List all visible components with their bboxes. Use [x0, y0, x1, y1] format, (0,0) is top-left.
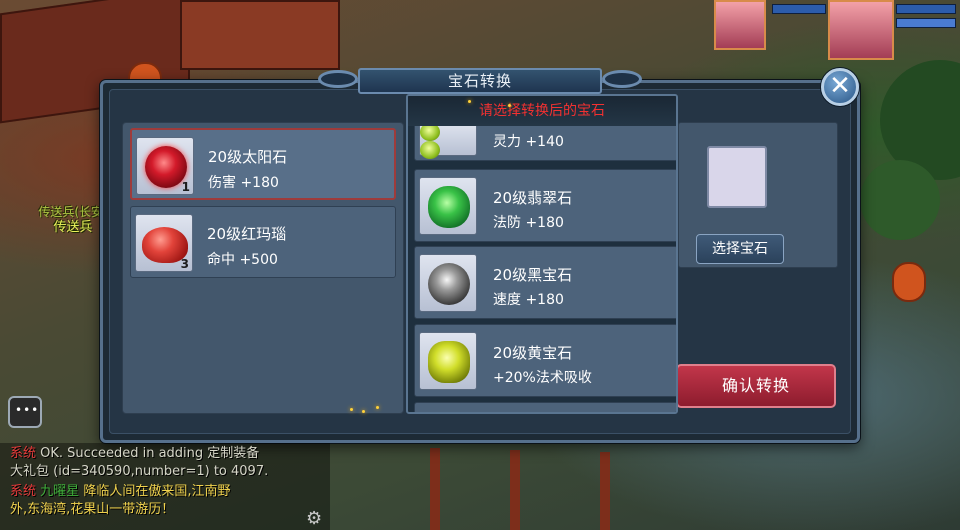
- lantern: [892, 262, 926, 302]
- gem-thumbnail: 3: [135, 214, 193, 272]
- gem-name: 20级翡翠石: [493, 189, 573, 207]
- party-member-avatar[interactable]: [714, 0, 766, 50]
- tree: [860, 160, 940, 240]
- gem-stat: 速度 +180: [493, 292, 564, 308]
- gem-thumbnail: [419, 126, 477, 159]
- gem-thumbnail: [419, 177, 477, 235]
- sparkle: [468, 100, 471, 103]
- chat-line: 系统 九曜星 降临人间在傲来国,江南野: [10, 483, 230, 501]
- pillar: [510, 450, 520, 530]
- chat-line: 系统 OK. Succeeded in adding 定制装备: [10, 445, 259, 463]
- gem-thumbnail: [419, 254, 477, 312]
- chat-text: 降临人间在傲来国,江南野: [83, 484, 231, 499]
- chat-line: 外,东海湾,花果山一带游历！: [10, 501, 174, 519]
- gem-stat: 命中 +500: [207, 252, 278, 268]
- gem-stat: +20%法术吸收: [493, 370, 592, 386]
- chat-player-name[interactable]: 九曜星: [40, 484, 79, 499]
- yellow-gem-icon: [428, 341, 470, 383]
- player-mp-bar: [896, 18, 956, 28]
- system-tag: 系统: [10, 446, 37, 461]
- settings-gear-icon[interactable]: ⚙: [306, 508, 328, 530]
- title-ornament: [602, 70, 642, 88]
- dropdown-item[interactable]: 20级黑宝石 速度 +180: [414, 246, 676, 319]
- title-ornament: [318, 70, 358, 88]
- dropdown-item[interactable]: 20级黄宝石 +20%法术吸收: [414, 324, 676, 397]
- dropdown-title: 请选择转换后的宝石: [408, 96, 676, 126]
- npc-name-label[interactable]: 传送兵(长安) 传送兵: [38, 204, 108, 236]
- target-gem-dropdown: 请选择转换后的宝石 灵力 +140 20级翡翠石 法防 +180 20级黑宝石 …: [406, 94, 678, 414]
- gem-name: 20级红玛瑙: [207, 225, 287, 243]
- gem-thumbnail: [419, 332, 477, 390]
- owned-gem-row-sun-stone[interactable]: 1 20级太阳石 伤害 +180: [130, 128, 396, 200]
- system-tag: 系统: [10, 484, 37, 499]
- chat-text: OK. Succeeded in adding 定制装备: [40, 446, 260, 461]
- dropdown-scroll-list[interactable]: 灵力 +140 20级翡翠石 法防 +180 20级黑宝石 速度 +180 20…: [412, 126, 676, 412]
- gem-name: 20级黄宝石: [493, 344, 573, 362]
- party-hp-bar: [772, 4, 826, 14]
- chat-bubble-icon[interactable]: [8, 396, 42, 428]
- confirm-conversion-button[interactable]: 确认转换: [676, 364, 836, 408]
- gem-quantity: 1: [181, 180, 190, 194]
- npc-name-shadow: 传送兵(长安): [38, 205, 108, 219]
- close-icon: ✕: [829, 71, 851, 101]
- pillar: [430, 448, 440, 530]
- target-gem-slot[interactable]: [707, 146, 767, 208]
- green-gem-icon: [420, 126, 440, 141]
- player-hp-bar: [896, 4, 956, 14]
- dropdown-item[interactable]: 灵力 +140: [414, 126, 676, 161]
- gem-name: 20级太阳石: [208, 148, 288, 166]
- gem-stat: 法防 +180: [493, 215, 564, 231]
- close-button[interactable]: ✕: [821, 68, 859, 106]
- pillar: [600, 452, 610, 530]
- gem-stat: 伤害 +180: [208, 175, 279, 191]
- owned-gem-row-red-agate[interactable]: 3 20级红玛瑙 命中 +500: [130, 206, 396, 278]
- temple-roof: [180, 0, 340, 70]
- black-gem-icon: [428, 263, 470, 305]
- chat-line: 大礼包 (id=340590,number=1) to 4097.: [10, 463, 268, 481]
- gem-name: 20级黑宝石: [493, 266, 573, 284]
- chat-text: 大礼包 (id=340590,number=1) to 4097.: [10, 464, 269, 479]
- green-gem-icon: [420, 141, 440, 159]
- sparkle: [376, 406, 379, 409]
- gem-thumbnail: 1: [136, 137, 194, 195]
- chat-text: 外,东海湾,花果山一带游历！: [10, 502, 175, 517]
- dropdown-item[interactable]: 20级翡翠石 法防 +180: [414, 169, 676, 242]
- sparkle: [350, 408, 353, 411]
- dropdown-item[interactable]: [414, 402, 676, 412]
- chat-log[interactable]: 系统 OK. Succeeded in adding 定制装备 大礼包 (id=…: [0, 443, 330, 530]
- sparkle: [362, 410, 365, 413]
- npc-name: 传送兵: [53, 220, 93, 235]
- gem-quantity: 3: [180, 257, 189, 271]
- select-gem-button[interactable]: 选择宝石: [696, 234, 784, 264]
- dialog-title: 宝石转换: [358, 68, 602, 94]
- sparkle: [508, 104, 511, 107]
- emerald-icon: [428, 186, 470, 228]
- player-avatar[interactable]: [828, 0, 894, 60]
- gem-stat: 灵力 +140: [493, 134, 564, 150]
